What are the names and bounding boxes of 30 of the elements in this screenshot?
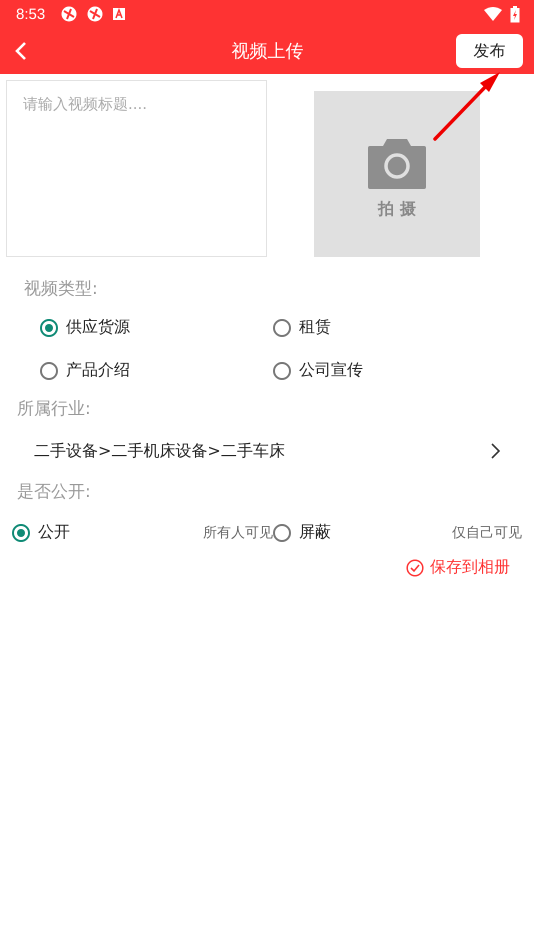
section-label: 所属行业: — [16, 398, 92, 420]
radio-button[interactable] — [273, 362, 291, 380]
radio-button[interactable] — [40, 362, 58, 380]
battery-icon — [510, 6, 520, 22]
option-label: 公开 — [38, 522, 70, 543]
radio-button[interactable] — [273, 524, 291, 542]
option-label: 屏蔽 — [299, 522, 331, 543]
title-field[interactable]: 请输入视频标题.... — [6, 80, 267, 257]
publish-button[interactable]: 发布 — [456, 34, 523, 68]
option-label: 公司宣传 — [299, 360, 363, 381]
radio-button[interactable] — [12, 524, 30, 542]
option-label: 产品介绍 — [66, 360, 130, 381]
wifi-icon — [484, 7, 502, 21]
option-hint: 仅自己可见 — [452, 524, 522, 542]
radio-button[interactable] — [273, 318, 291, 336]
option-label: 租赁 — [299, 317, 331, 338]
radio-button[interactable] — [40, 318, 58, 336]
status-time: 8:53 — [16, 6, 46, 22]
camera-icon — [368, 138, 426, 188]
app-icon — [61, 6, 78, 22]
app-icon — [87, 6, 104, 22]
industry-selector[interactable]: 二手设备>二手机床设备>二手车床 — [0, 420, 534, 464]
option-label: 供应货源 — [66, 317, 130, 338]
chevron-right-icon — [491, 443, 501, 459]
section-label: 视频类型: — [23, 278, 99, 300]
save-to-album-toggle[interactable]: 保存到相册 — [406, 557, 510, 578]
notification-icon — [113, 8, 126, 20]
section-label: 是否公开: — [16, 481, 92, 503]
page-title: 视频上传 — [230, 40, 304, 63]
option-hint: 所有人可见 — [203, 524, 273, 542]
